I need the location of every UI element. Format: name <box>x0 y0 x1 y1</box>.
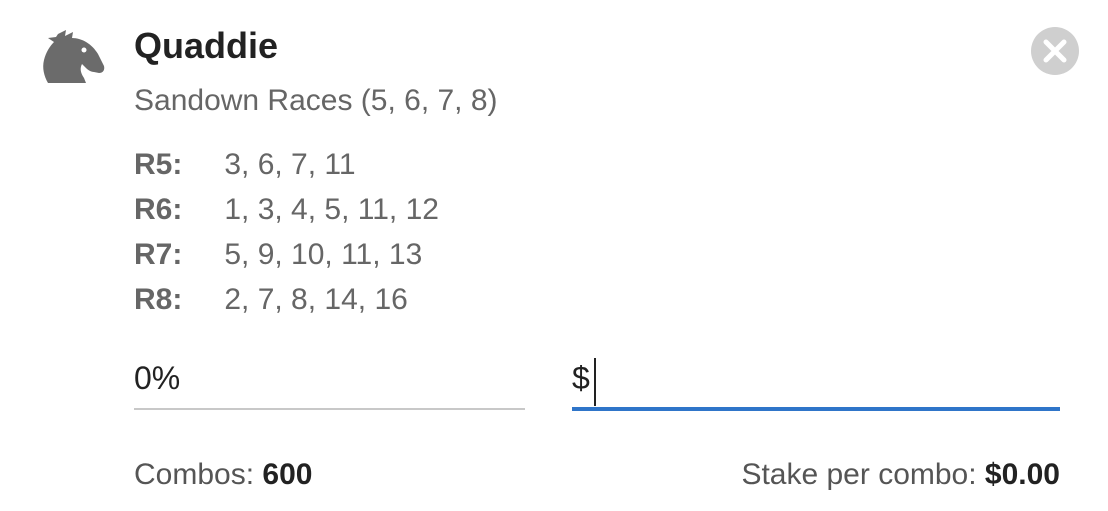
leg-label: R6: <box>134 193 183 226</box>
leg-row-r6: R6: 1, 3, 4, 5, 11, 12 <box>134 187 439 232</box>
leg-label: R7: <box>134 238 183 271</box>
horse-head-icon <box>43 30 105 83</box>
percentage-value: 0% <box>134 360 181 396</box>
combos-count: 600 <box>262 458 313 491</box>
meeting-subtitle: Sandown Races (5, 6, 7, 8) <box>134 84 498 117</box>
leg-selections: R5: 3, 6, 7, 11 R6: 1, 3, 4, 5, 11, 12 R… <box>134 142 439 322</box>
leg-label: R5: <box>134 148 183 181</box>
bet-title: Quaddie <box>134 25 279 66</box>
currency-prefix: $ <box>572 360 590 396</box>
percentage-input[interactable]: 0% <box>134 352 525 410</box>
leg-runners: 3, 6, 7, 11 <box>224 148 356 181</box>
leg-runners: 1, 3, 4, 5, 11, 12 <box>224 193 439 226</box>
leg-runners: 2, 7, 8, 14, 16 <box>224 283 408 316</box>
leg-row-r8: R8: 2, 7, 8, 14, 16 <box>134 277 439 322</box>
leg-label: R8: <box>134 283 183 316</box>
stake-input[interactable]: $ <box>572 352 1060 411</box>
combos-summary: Combos: 600 <box>134 455 312 495</box>
quaddie-bet-card: Quaddie Sandown Races (5, 6, 7, 8) R5: 3… <box>0 0 1108 511</box>
stake-per-combo-label: Stake per combo: <box>741 458 977 491</box>
leg-row-r5: R5: 3, 6, 7, 11 <box>134 142 439 187</box>
close-button[interactable] <box>1031 27 1079 75</box>
stake-per-combo-value: $0.00 <box>984 458 1060 491</box>
leg-runners: 5, 9, 10, 11, 13 <box>224 238 423 271</box>
leg-row-r7: R7: 5, 9, 10, 11, 13 <box>134 232 439 277</box>
close-icon <box>1043 39 1067 63</box>
stake-per-combo-summary: Stake per combo: $0.00 <box>741 455 1060 495</box>
combos-label: Combos: <box>134 458 255 491</box>
text-caret <box>593 358 596 406</box>
